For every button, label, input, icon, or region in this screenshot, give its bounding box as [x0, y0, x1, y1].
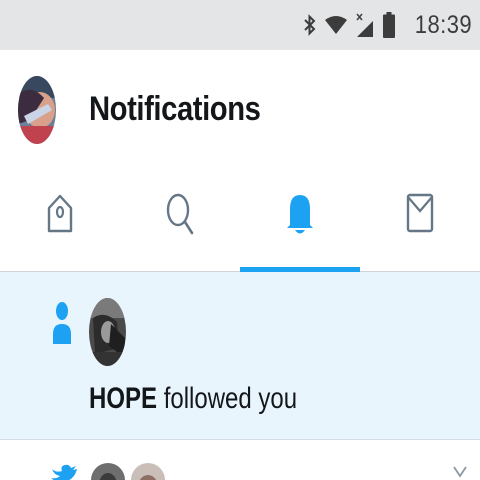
status-icons: 18:39: [303, 0, 472, 50]
notification-item[interactable]: HOPE followed you: [0, 272, 480, 440]
status-bar: 18:39: [0, 0, 480, 50]
user-avatar[interactable]: [131, 463, 165, 480]
user-avatar[interactable]: [91, 463, 125, 480]
bluetooth-icon: [303, 13, 317, 37]
chevron-down-icon[interactable]: [453, 465, 467, 480]
mail-icon: [406, 193, 434, 237]
person-icon: [52, 302, 72, 351]
tab-search[interactable]: [120, 170, 240, 272]
page-title: Notifications: [89, 90, 261, 128]
username[interactable]: HOPE: [89, 382, 157, 415]
bell-icon: [286, 195, 314, 237]
notification-item[interactable]: [0, 441, 480, 480]
profile-avatar[interactable]: [18, 76, 56, 144]
wifi-icon: [324, 15, 347, 35]
signal-icon: [355, 12, 375, 38]
tab-notifications[interactable]: [240, 170, 360, 272]
notification-action: followed you: [163, 382, 298, 415]
app-header: Notifications: [0, 50, 480, 170]
tab-bar: [0, 170, 480, 272]
tab-home[interactable]: [0, 170, 120, 272]
status-time: 18:39: [414, 10, 472, 39]
notification-text: HOPE followed you: [89, 382, 297, 416]
tab-messages[interactable]: [360, 170, 480, 272]
bird-icon: [50, 463, 78, 480]
battery-icon: [382, 12, 395, 38]
home-icon: [46, 194, 74, 237]
search-icon: [166, 193, 194, 237]
user-avatar[interactable]: [89, 298, 126, 366]
notification-list: HOPE followed you: [0, 272, 480, 480]
